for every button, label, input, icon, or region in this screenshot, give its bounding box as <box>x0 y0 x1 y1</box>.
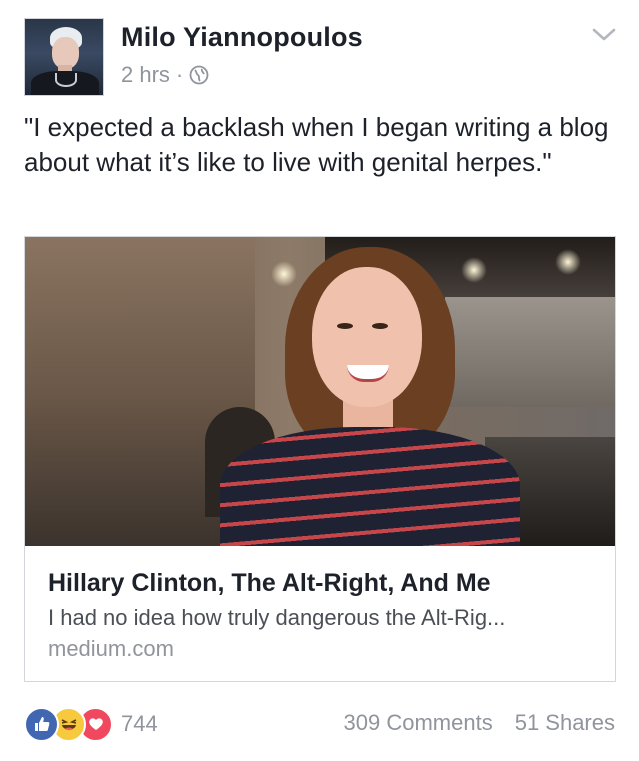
post-text: "I expected a backlash when I began writ… <box>24 112 609 177</box>
chevron-down-icon[interactable] <box>591 26 617 44</box>
link-domain: medium.com <box>48 636 174 661</box>
reaction-count[interactable]: 744 <box>121 711 158 737</box>
like-icon <box>24 706 59 742</box>
reactions-summary[interactable]: 744 <box>24 706 158 742</box>
globe-icon[interactable] <box>189 65 209 85</box>
engagement-stats: 309 Comments 51 Shares <box>344 710 615 736</box>
avatar[interactable] <box>24 18 104 96</box>
link-image[interactable] <box>25 237 615 546</box>
post-timestamp[interactable]: 2 hrs <box>121 62 170 88</box>
post-meta: 2 hrs · <box>121 62 209 88</box>
shares-count[interactable]: 51 Shares <box>515 710 615 736</box>
link-title[interactable]: Hillary Clinton, The Alt-Right, And Me <box>48 569 491 598</box>
author-name[interactable]: Milo Yiannopoulos <box>121 22 363 53</box>
meta-separator: · <box>175 62 184 87</box>
link-card[interactable]: Hillary Clinton, The Alt-Right, And Me I… <box>24 236 616 682</box>
comments-count[interactable]: 309 Comments <box>344 710 493 736</box>
link-description: I had no idea how truly dangerous the Al… <box>48 605 506 630</box>
